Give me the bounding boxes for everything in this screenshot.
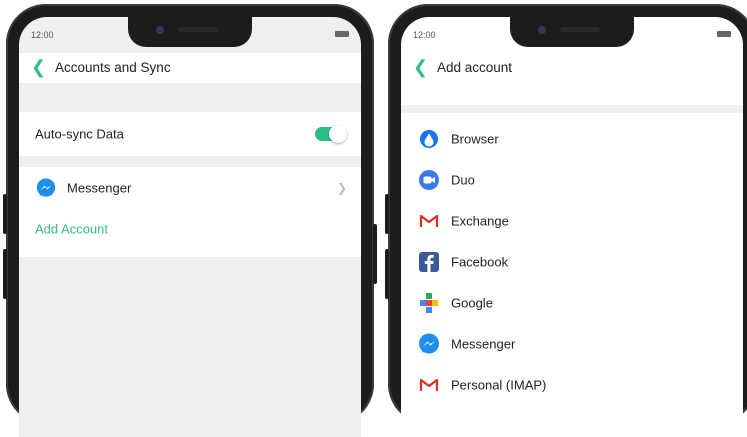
list-item-exchange[interactable]: Exchange (401, 200, 743, 241)
volume-button (385, 249, 389, 299)
messenger-icon (36, 178, 56, 197)
screen-accounts-and-sync: 12:00 ❮ Accounts and Sync Auto-sync Data (19, 17, 361, 437)
page-title: Accounts and Sync (55, 60, 171, 75)
auto-sync-row[interactable]: Auto-sync Data (19, 112, 361, 156)
account-label: Messenger (67, 180, 132, 196)
google-icon (420, 292, 438, 313)
camera-icon (156, 26, 164, 34)
power-button (373, 224, 377, 284)
accounts-section: Messenger ❯ Add Account (19, 167, 361, 257)
list-label: Browser (451, 131, 499, 146)
speaker-icon (178, 27, 218, 32)
speaker-icon (560, 27, 600, 32)
browser-icon (420, 129, 438, 148)
divider (401, 105, 743, 113)
list-item-messenger[interactable]: Messenger (401, 323, 743, 364)
header: ❮ Add account (401, 53, 743, 83)
phone-right: 12:00 ❮ Add account Browser Duo Exchange… (385, 4, 747, 437)
list-label: Duo (451, 172, 475, 187)
status-time: 12:00 (413, 30, 436, 40)
camera-icon (538, 26, 546, 34)
list-label: Personal (IMAP) (451, 377, 547, 392)
screen-add-account: 12:00 ❮ Add account Browser Duo Exchange… (401, 17, 743, 437)
list-item-duo[interactable]: Duo (401, 159, 743, 200)
auto-sync-label: Auto-sync Data (35, 126, 124, 142)
list-item-personal-imap[interactable]: Personal (IMAP) (401, 364, 743, 405)
add-account-label: Add Account (35, 221, 108, 237)
list-label: Messenger (451, 336, 516, 351)
volume-button (3, 194, 7, 234)
account-row-messenger[interactable]: Messenger ❯ (19, 167, 361, 209)
messenger-icon (419, 333, 439, 353)
volume-button (385, 194, 389, 234)
auto-sync-toggle[interactable] (315, 125, 347, 143)
phone-left: 12:00 ❮ Accounts and Sync Auto-sync Data (3, 4, 377, 437)
header: ❮ Accounts and Sync (19, 53, 361, 83)
back-arrow-icon[interactable]: ❮ (413, 58, 428, 76)
battery-icon (717, 31, 731, 37)
list-label: Exchange (451, 213, 509, 228)
volume-button (3, 249, 7, 299)
notch (510, 17, 634, 47)
list-label: Google (451, 295, 493, 310)
duo-icon (419, 169, 439, 190)
gmail-icon (419, 378, 439, 391)
facebook-icon (419, 251, 439, 272)
chevron-right-icon: ❯ (336, 181, 347, 195)
list-item-facebook[interactable]: Facebook (401, 241, 743, 282)
back-arrow-icon[interactable]: ❮ (31, 58, 46, 76)
toggle-knob (329, 125, 347, 143)
status-time: 12:00 (31, 30, 54, 40)
add-account-link[interactable]: Add Account (19, 209, 361, 249)
page-title: Add account (437, 60, 513, 75)
list-label: Facebook (451, 254, 509, 269)
gmail-icon (419, 214, 439, 227)
battery-icon (335, 31, 349, 37)
notch (128, 17, 252, 47)
list-item-browser[interactable]: Browser (401, 118, 743, 159)
list-item-google[interactable]: Google (401, 282, 743, 323)
